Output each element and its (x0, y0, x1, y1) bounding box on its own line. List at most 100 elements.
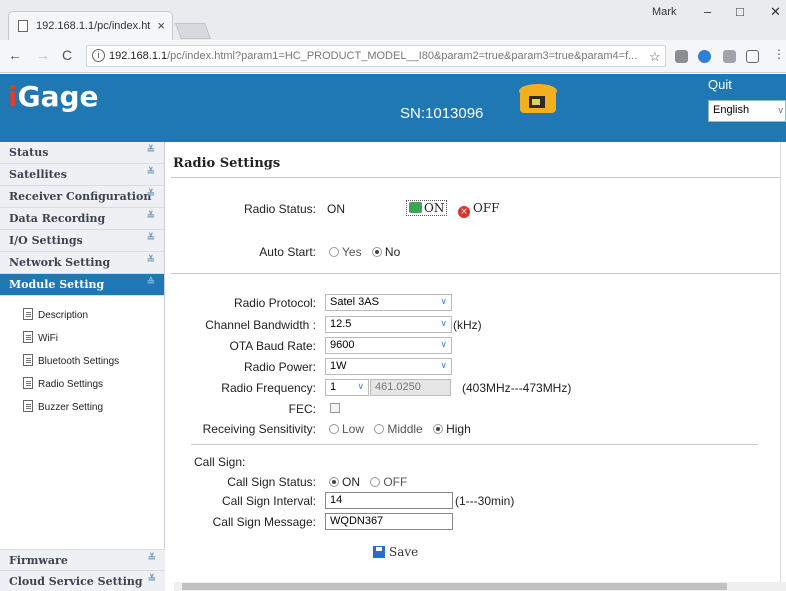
sidebar-item-network-setting[interactable]: Network Setting ≚ (0, 252, 164, 274)
call-sign-status-label: Call Sign Status: (227, 475, 316, 489)
scrollbar-thumb[interactable] (182, 583, 727, 590)
sidebar-subitem-buzzer[interactable]: Buzzer Setting (0, 398, 164, 421)
sensitivity-low-radio[interactable]: Low (329, 422, 364, 436)
document-icon (23, 377, 33, 389)
module-setting-submenu: Description WiFi Bluetooth Settings Radi… (0, 296, 164, 421)
serial-number: SN:1013096 (400, 105, 484, 122)
frequency-range: (403MHz---473MHz) (462, 381, 572, 395)
ota-baud-rate-label: OTA Baud Rate: (229, 339, 317, 353)
sidebar-item-cloud-service[interactable]: Cloud Service Setting ≚ (0, 571, 165, 591)
sidebar-subitem-radio-settings[interactable]: Radio Settings (0, 375, 164, 398)
call-sign-interval-input[interactable]: 14 (325, 492, 453, 509)
sidebar-bottom-group: Firmware ≚ Cloud Service Setting ≚ (0, 549, 165, 591)
chevron-down-icon: ≚ (147, 574, 156, 585)
chevron-down-icon: ≚ (146, 233, 155, 244)
horizontal-scrollbar[interactable] (174, 582, 786, 591)
sidebar-item-firmware[interactable]: Firmware ≚ (0, 549, 165, 571)
radio-off-button[interactable]: × OFF (458, 201, 500, 218)
chevron-down-icon: ∨ (440, 318, 447, 328)
auto-start-no-radio[interactable]: No (371, 245, 400, 259)
sensitivity-options: Low Middle High (329, 422, 478, 436)
radio-frequency-label: Radio Frequency: (221, 381, 316, 395)
off-icon: × (458, 206, 470, 218)
url-input[interactable]: i 192.168.1.1/pc/index.html?param1=HC_PR… (86, 45, 666, 67)
receiver-device-icon (519, 84, 557, 113)
radio-power-label: Radio Power: (243, 360, 316, 374)
fec-checkbox[interactable] (330, 403, 340, 413)
auto-start-options: Yes No (329, 245, 407, 259)
address-bar-row: ← → C i 192.168.1.1/pc/index.html?param1… (0, 40, 786, 73)
chevron-down-icon: ≚ (146, 167, 155, 178)
profile-name[interactable]: Mark (652, 6, 676, 18)
sidebar-item-io-settings[interactable]: I/O Settings ≚ (0, 230, 164, 252)
forward-icon[interactable]: → (36, 47, 50, 63)
extension-icon[interactable] (723, 50, 736, 63)
bookmark-star-icon[interactable]: ☆ (649, 49, 661, 65)
sidebar-item-satellites[interactable]: Satellites ≚ (0, 164, 164, 186)
call-sign-on-radio[interactable]: ON (329, 475, 360, 489)
tab-title: 192.168.1.1/pc/index.htm (36, 20, 151, 32)
chevron-down-icon: ∨ (440, 296, 447, 306)
extension-icon[interactable] (675, 50, 688, 63)
save-icon (373, 546, 385, 558)
sensitivity-middle-radio[interactable]: Middle (374, 422, 423, 436)
brand-logo: iGage (8, 80, 99, 113)
window-close-icon[interactable]: ✕ (770, 4, 781, 20)
sensitivity-high-radio[interactable]: High (433, 422, 471, 436)
frequency-value-input[interactable]: 461.0250 (370, 379, 451, 396)
call-sign-interval-label: Call Sign Interval: (221, 494, 316, 508)
auto-start-yes-radio[interactable]: Yes (329, 245, 362, 259)
chevron-down-icon: ≚ (146, 145, 155, 156)
chevron-down-icon: ≚ (147, 553, 156, 564)
radio-power-select[interactable]: 1W ∨ (325, 358, 452, 375)
call-sign-heading: Call Sign: (194, 455, 246, 469)
sidebar-item-status[interactable]: Status ≚ (0, 142, 164, 164)
divider (171, 177, 780, 178)
back-icon[interactable]: ← (8, 47, 22, 63)
call-sign-off-radio[interactable]: OFF (370, 475, 407, 489)
save-button[interactable]: Save (373, 545, 418, 559)
extension-icon[interactable] (698, 50, 711, 63)
sidebar-item-module-setting[interactable]: Module Setting ≙ (0, 274, 164, 296)
chevron-up-icon: ≙ (146, 277, 155, 288)
sidebar-subitem-description[interactable]: Description (0, 306, 164, 329)
ota-baud-rate-select[interactable]: 9600 ∨ (325, 337, 452, 354)
radio-status-label: Radio Status: (243, 202, 316, 216)
vertical-scrollbar[interactable] (780, 142, 786, 582)
divider (191, 444, 758, 445)
chevron-down-icon: ≚ (146, 255, 155, 266)
radio-on-button[interactable]: ON (406, 200, 448, 216)
sidebar-subitem-bluetooth[interactable]: Bluetooth Settings (0, 352, 164, 375)
cast-icon[interactable] (746, 50, 759, 63)
browser-tab[interactable]: 192.168.1.1/pc/index.htm × (8, 11, 173, 41)
chevron-down-icon: ∨ (357, 381, 364, 391)
new-tab-button[interactable] (175, 23, 211, 39)
sidebar-item-data-recording[interactable]: Data Recording ≚ (0, 208, 164, 230)
call-sign-message-input[interactable]: WQDN367 (325, 513, 453, 530)
language-select[interactable]: English v (708, 100, 786, 122)
chevron-down-icon: ≚ (146, 189, 155, 200)
channel-bandwidth-select[interactable]: 12.5 ∨ (325, 316, 452, 333)
maximize-icon[interactable]: □ (736, 4, 744, 19)
divider (171, 273, 780, 274)
frequency-channel-select[interactable]: 1 ∨ (325, 379, 369, 396)
close-tab-icon[interactable]: × (157, 18, 165, 33)
sidebar-item-receiver-configuration[interactable]: Receiver Configuration ≚ (0, 186, 164, 208)
reload-icon[interactable]: C (62, 47, 72, 63)
channel-bandwidth-label: Channel Bandwidth : (205, 318, 316, 332)
browser-tab-strip: 192.168.1.1/pc/index.htm × Mark – □ ✕ (0, 0, 786, 41)
radio-protocol-select[interactable]: Satel 3AS ∨ (325, 294, 452, 311)
document-icon (23, 308, 33, 320)
radio-protocol-label: Radio Protocol: (233, 296, 316, 310)
menu-icon[interactable]: ⋮ (773, 47, 785, 61)
info-icon[interactable]: i (92, 49, 105, 62)
sidebar-subitem-wifi[interactable]: WiFi (0, 329, 164, 352)
chevron-down-icon: v (778, 105, 784, 115)
page-title: Radio Settings (173, 156, 281, 171)
minimize-icon[interactable]: – (704, 4, 711, 19)
page-icon (18, 20, 28, 32)
document-icon (23, 400, 33, 412)
chevron-down-icon: ∨ (440, 339, 447, 349)
quit-link[interactable]: Quit (708, 77, 732, 92)
bandwidth-unit: (kHz) (453, 318, 482, 332)
